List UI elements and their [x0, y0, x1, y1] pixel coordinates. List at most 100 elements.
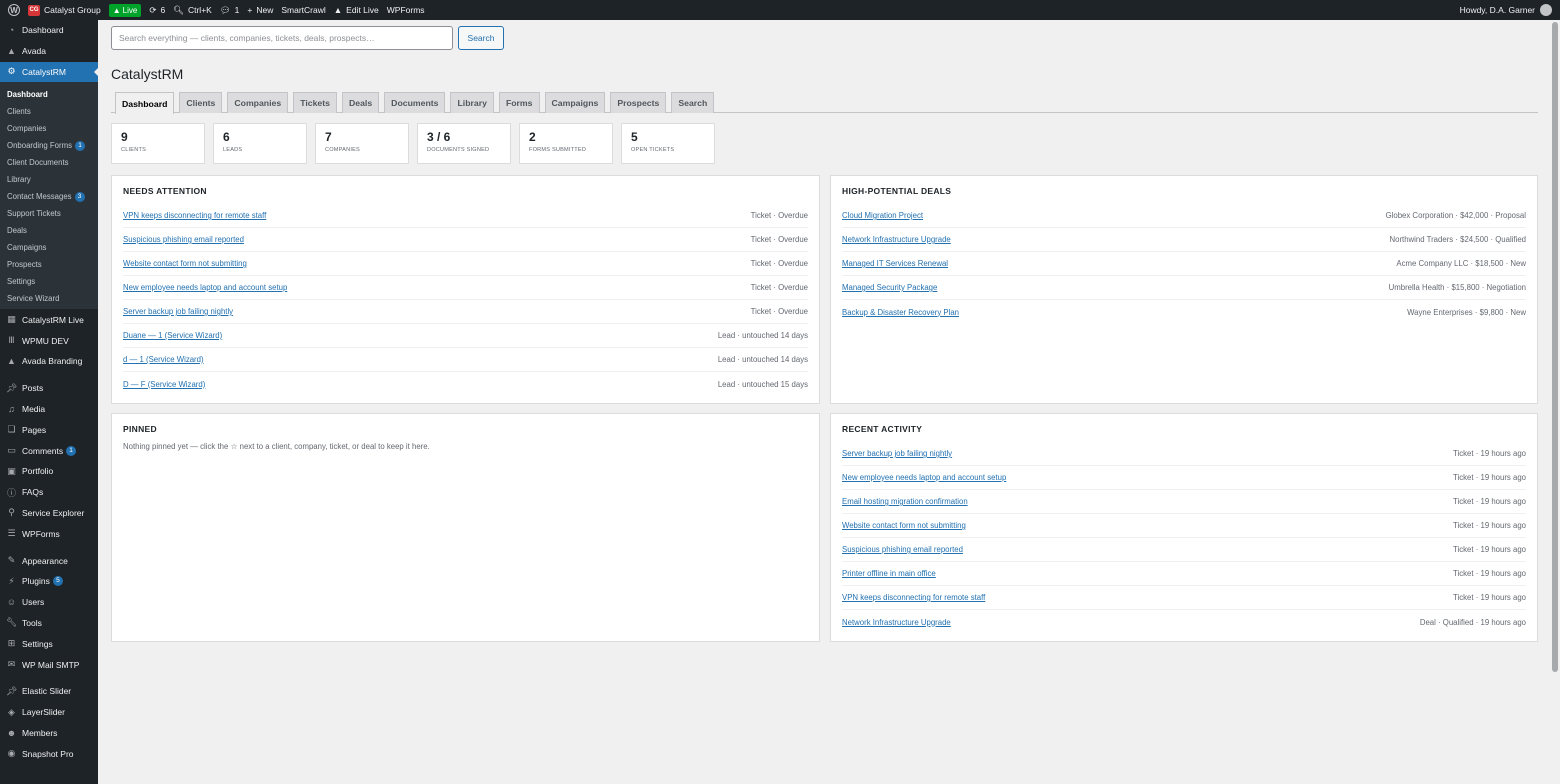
submenu-item[interactable]: Prospects	[0, 256, 98, 273]
item-link[interactable]: Duane — 1 (Service Wizard)	[123, 331, 222, 340]
live-status-badge[interactable]: ▲ Live	[105, 0, 146, 20]
menu-avada-branding[interactable]: ▲ Avada Branding	[0, 351, 98, 372]
tab-dashboard[interactable]: Dashboard	[115, 92, 175, 114]
edit-live-link[interactable]: ▲ Edit Live	[330, 0, 383, 20]
admin-bar: W CG Catalyst Group ▲ Live ⟳ 6 🔍︎ Ctrl+K …	[0, 0, 1560, 20]
menu-posts[interactable]: 📌︎ Posts	[0, 378, 98, 399]
item-link[interactable]: New employee needs laptop and account se…	[842, 473, 1006, 482]
new-content-link[interactable]: + New	[243, 0, 277, 20]
submenu-item[interactable]: Support Tickets	[0, 205, 98, 222]
menu-settings[interactable]: ⊞ Settings	[0, 633, 98, 654]
wp-logo-menu[interactable]: W	[4, 0, 24, 20]
menu-users[interactable]: ☺ Users	[0, 592, 98, 613]
item-link[interactable]: New employee needs laptop and account se…	[123, 283, 287, 292]
item-link[interactable]: D — F (Service Wizard)	[123, 380, 205, 389]
submenu-item[interactable]: Companies	[0, 120, 98, 137]
menu-snapshot-pro[interactable]: ◉ Snapshot Pro	[0, 743, 98, 764]
submenu-item[interactable]: Service Wizard	[0, 290, 98, 307]
item-link[interactable]: Cloud Migration Project	[842, 211, 923, 220]
tab-prospects[interactable]: Prospects	[610, 92, 667, 113]
search-input[interactable]	[111, 26, 453, 50]
item-link[interactable]: Network Infrastructure Upgrade	[842, 235, 951, 244]
menu-service-explorer[interactable]: ⚲ Service Explorer	[0, 503, 98, 524]
menu-label: Snapshot Pro	[22, 748, 74, 759]
tab-library[interactable]: Library	[450, 92, 494, 113]
menu-elastic-slider[interactable]: 📌︎ Elastic Slider	[0, 681, 98, 702]
submenu-item[interactable]: Deals	[0, 222, 98, 239]
menu-dashboard[interactable]: ◔ Dashboard	[0, 20, 98, 41]
submenu-item[interactable]: Contact Messages 3	[0, 188, 98, 205]
item-link[interactable]: VPN keeps disconnecting for remote staff	[123, 211, 266, 220]
tab-deals[interactable]: Deals	[341, 92, 380, 113]
item-link[interactable]: Network Infrastructure Upgrade	[842, 618, 951, 627]
item-link[interactable]: Email hosting migration confirmation	[842, 497, 968, 506]
menu-faqs[interactable]: ⓘ FAQs	[0, 482, 98, 503]
my-account-menu[interactable]: Howdy, D.A. Garner	[1456, 0, 1556, 20]
recent-activity-panel: Recent Activity Server backup job failin…	[830, 413, 1538, 642]
menu-appearance[interactable]: ✎ Appearance	[0, 550, 98, 571]
submenu-item[interactable]: Library	[0, 171, 98, 188]
plus-icon: +	[247, 5, 253, 15]
menu-comments[interactable]: ▭ Comments 1	[0, 440, 98, 461]
item-link[interactable]: Website contact form not submitting	[842, 521, 966, 530]
list-item: VPN keeps disconnecting for remote staff…	[123, 204, 808, 228]
forms-icon: ☰	[7, 528, 16, 539]
item-link[interactable]: Website contact form not submitting	[123, 259, 247, 268]
menu-members[interactable]: ☻ Members	[0, 723, 98, 744]
item-link[interactable]: Suspicious phishing email reported	[842, 545, 963, 554]
menu-plugins[interactable]: ⚡ Plugins 5	[0, 571, 98, 592]
submenu-item[interactable]: Clients	[0, 103, 98, 120]
tab-documents[interactable]: Documents	[384, 92, 446, 113]
submenu-item[interactable]: Campaigns	[0, 239, 98, 256]
edit-live-label: Edit Live	[346, 5, 379, 15]
menu-pages[interactable]: ❏ Pages	[0, 419, 98, 440]
search-button[interactable]: Search	[458, 26, 504, 50]
tab-search[interactable]: Search	[671, 92, 715, 113]
menu-wpforms[interactable]: ☰ WPForms	[0, 523, 98, 544]
item-link[interactable]: Server backup job failing nightly	[123, 307, 233, 316]
comments-link[interactable]: 💬︎ 1	[216, 0, 244, 20]
tab-forms[interactable]: Forms	[498, 92, 540, 113]
menu-media[interactable]: ♫ Media	[0, 399, 98, 420]
site-name-link[interactable]: CG Catalyst Group	[24, 0, 105, 20]
pin-icon: 📌︎	[6, 382, 18, 393]
item-meta: Ticket · 19 hours ago	[1453, 473, 1526, 482]
quick-search-link[interactable]: 🔍︎ Ctrl+K	[169, 0, 216, 20]
menu-catalystrm-live[interactable]: ▦ CatalystRM Live	[0, 309, 98, 330]
item-meta: Deal · Qualified · 19 hours ago	[1419, 617, 1526, 627]
menu-wpmu-dev[interactable]: Ⅲ WPMU DEV	[0, 330, 98, 351]
menu-catalystrm[interactable]: ⚙ CatalystRM	[0, 61, 98, 83]
updates-link[interactable]: ⟳ 6	[145, 0, 169, 20]
item-link[interactable]: Managed IT Services Renewal	[842, 259, 948, 268]
menu-layerslider[interactable]: ◈ LayerSlider	[0, 702, 98, 723]
item-link[interactable]: Suspicious phishing email reported	[123, 235, 244, 244]
menu-wp-mail-smtp[interactable]: ✉ WP Mail SMTP	[0, 654, 98, 675]
tab-campaigns[interactable]: Campaigns	[544, 92, 606, 113]
stat-card-leads: 6 Leads	[213, 123, 307, 164]
portfolio-icon: ▣	[7, 465, 16, 476]
submenu-item[interactable]: Client Documents	[0, 154, 98, 171]
menu-portfolio[interactable]: ▣ Portfolio	[0, 461, 98, 482]
item-link[interactable]: Printer offline in main office	[842, 569, 936, 578]
tab-clients[interactable]: Clients	[179, 92, 223, 113]
list-item: D — F (Service Wizard) Lead · untouched 1…	[123, 372, 808, 396]
item-link[interactable]: d — 1 (Service Wizard)	[123, 355, 204, 364]
item-link[interactable]: Managed Security Package	[842, 283, 937, 292]
item-link[interactable]: VPN keeps disconnecting for remote staff	[842, 593, 985, 602]
snapshot-icon: ◉	[7, 748, 16, 759]
menu-avada[interactable]: ▲ Avada	[0, 41, 98, 62]
item-link[interactable]: Backup & Disaster Recovery Plan	[842, 308, 959, 317]
submenu-item[interactable]: Settings	[0, 273, 98, 290]
scrollbar-thumb[interactable]	[1552, 22, 1558, 672]
submenu-item[interactable]: Dashboard	[0, 86, 98, 103]
submenu-item[interactable]: Onboarding Forms 1	[0, 137, 98, 154]
tab-tickets[interactable]: Tickets	[293, 92, 337, 113]
smartcrawl-link[interactable]: SmartCrawl	[277, 0, 329, 20]
menu-tools[interactable]: 🔧︎ Tools	[0, 613, 98, 634]
wpforms-link[interactable]: WPForms	[383, 0, 429, 20]
search-icon: 🔍︎	[173, 4, 184, 15]
tab-companies[interactable]: Companies	[227, 92, 289, 113]
page-scrollbar[interactable]	[1550, 20, 1560, 784]
item-link[interactable]: Server backup job failing nightly	[842, 449, 952, 458]
submenu-label: Onboarding Forms	[7, 141, 73, 151]
